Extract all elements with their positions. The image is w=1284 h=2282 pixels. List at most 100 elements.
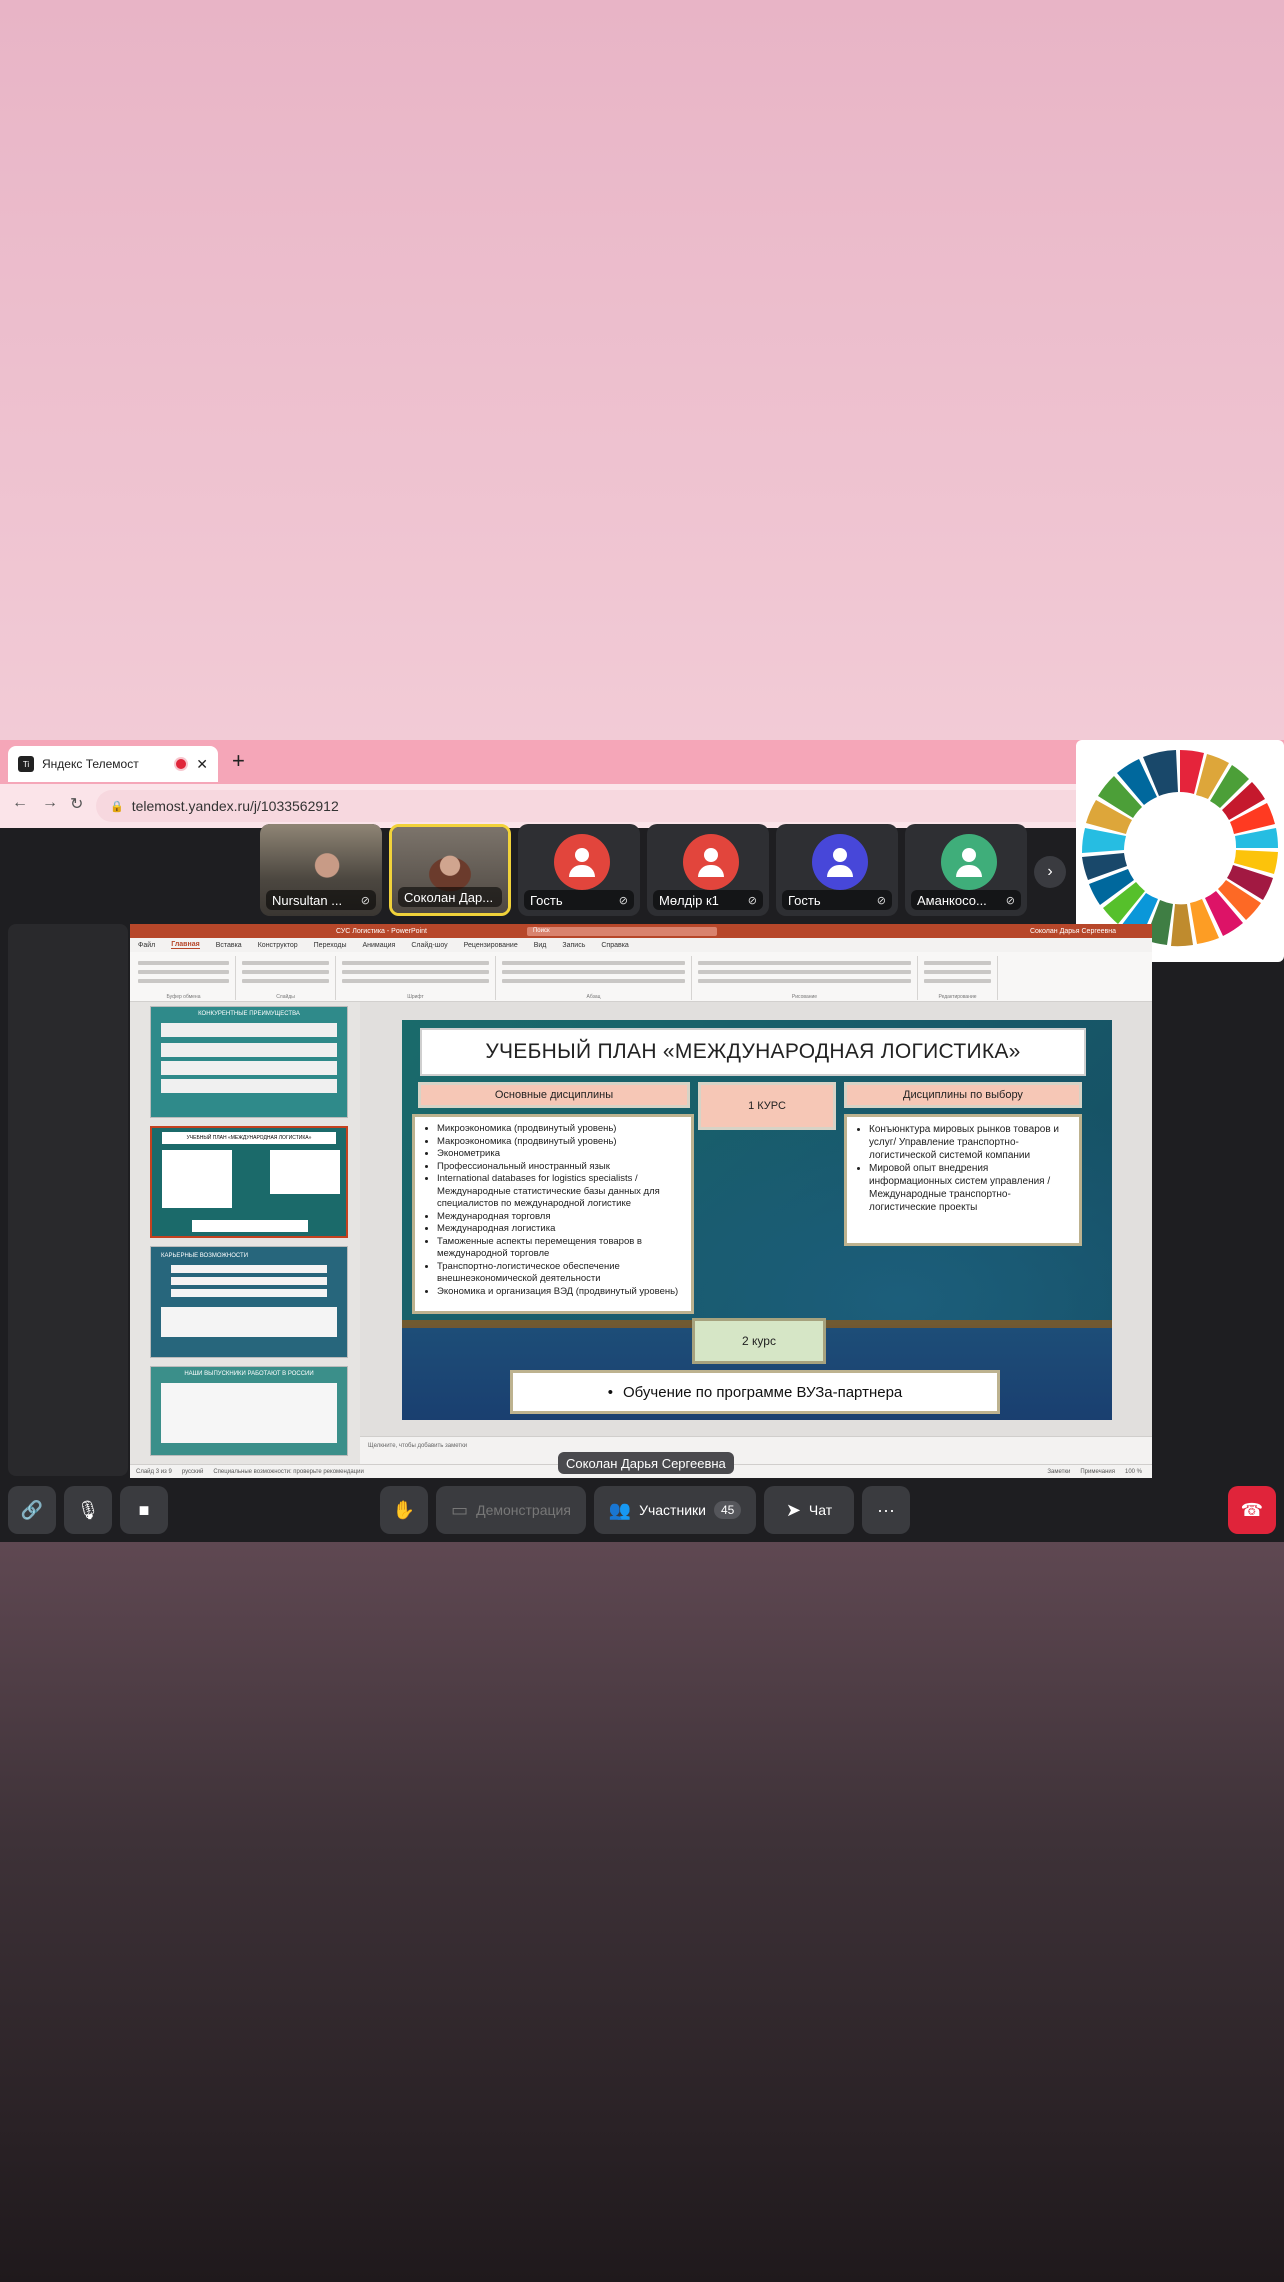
participants-count: 45	[713, 1501, 742, 1519]
participants-button[interactable]: 👥 Участники 45	[594, 1486, 756, 1534]
ppt-user-name: Соколан Дарья Сергеевна	[1029, 927, 1116, 935]
screen-share-button[interactable]: ▭ Демонстрация	[436, 1486, 586, 1534]
menu-record[interactable]: Запись	[562, 942, 585, 949]
participant-name: Гость	[788, 892, 821, 908]
participant-tile[interactable]: Nursultan ... ⊘	[260, 824, 382, 916]
participant-tile[interactable]: Мөлдір к1 ⊘	[647, 824, 769, 916]
menu-design[interactable]: Конструктор	[258, 942, 298, 949]
status-accessibility[interactable]: Специальные возможности: проверьте реком…	[213, 1469, 363, 1475]
ppt-file-name: СУС Логистика - PowerPoint	[336, 927, 427, 935]
list-item: Транспортно-логистическое обеспечение вн…	[437, 1261, 685, 1286]
reload-icon[interactable]: ↻	[70, 794, 83, 814]
tab-title: Яндекс Телемост	[42, 757, 139, 771]
screen-icon: ▭	[451, 1499, 469, 1520]
main-disciplines-list: Микроэкономика (продвинутый уровень) Мак…	[412, 1114, 694, 1314]
lock-icon: 🔒	[110, 800, 124, 813]
speaker-label: Соколан Дарья Сергеевна	[558, 1452, 734, 1474]
background-bottom	[0, 1542, 1284, 2282]
participant-tile[interactable]: Гость ⊘	[518, 824, 640, 916]
ppt-ribbon: Буфер обмена Слайды Шрифт Абзац Рисовани…	[130, 952, 1152, 1002]
chat-label: Чат	[808, 1502, 833, 1518]
thumb-title: УЧЕБНЫЙ ПЛАН «МЕЖДУНАРОДНАЯ ЛОГИСТИКА»	[162, 1132, 336, 1144]
status-notes[interactable]: Заметки	[1047, 1469, 1070, 1475]
participant-tile-active[interactable]: Соколан Дар...	[389, 824, 511, 916]
url-text: telemost.yandex.ru/j/1033562912	[131, 798, 339, 814]
more-button[interactable]: ···	[862, 1486, 910, 1534]
mic-off-icon: 🎙	[76, 1499, 100, 1520]
status-comments[interactable]: Примечания	[1080, 1469, 1115, 1475]
notes-pane[interactable]: Щелкните, чтобы добавить заметки	[360, 1436, 1152, 1464]
menu-animation[interactable]: Анимация	[362, 942, 395, 949]
thumbnail-slide-5[interactable]: 5 НАШИ ВЫПУСКНИКИ РАБОТАЮТ В РОССИИ	[150, 1366, 348, 1456]
avatar	[941, 834, 997, 890]
partner-university-box: • Обучение по программе ВУЗа-партнера	[510, 1370, 1000, 1414]
chat-icon: ➤	[785, 1499, 801, 1520]
new-tab-button[interactable]: +	[232, 748, 245, 774]
close-tab-icon[interactable]: ✕	[196, 756, 208, 773]
list-item: Профессиональный иностранный язык	[437, 1161, 685, 1174]
list-item: Эконометрика	[437, 1148, 685, 1161]
mic-muted-icon: ⊘	[618, 894, 628, 907]
background-top	[0, 0, 1284, 740]
microphone-button[interactable]: 🎙	[64, 1486, 112, 1534]
next-participants-button[interactable]: ›	[1034, 856, 1066, 888]
current-slide: УЧЕБНЫЙ ПЛАН «МЕЖДУНАРОДНАЯ ЛОГИСТИКА» О…	[402, 1020, 1112, 1420]
list-item: Международная торговля	[437, 1211, 685, 1224]
ribbon-group-clipboard: Буфер обмена	[132, 956, 236, 1000]
slide-title: УЧЕБНЫЙ ПЛАН «МЕЖДУНАРОДНАЯ ЛОГИСТИКА»	[420, 1028, 1086, 1076]
thumb-title: КАРЬЕРНЫЕ ВОЗМОЖНОСТИ	[161, 1253, 249, 1259]
shared-screen-powerpoint: СУС Логистика - PowerPoint Поиск Соколан…	[130, 924, 1152, 1478]
list-item: Конъюнктура мировых рынков товаров и усл…	[869, 1123, 1073, 1162]
menu-insert[interactable]: Вставка	[216, 942, 242, 949]
ppt-search[interactable]: Поиск	[526, 926, 717, 936]
thumbnail-slide-3[interactable]: 3 УЧЕБНЫЙ ПЛАН «МЕЖДУНАРОДНАЯ ЛОГИСТИКА»	[150, 1126, 348, 1238]
thumbnail-slide-2[interactable]: 2 КОНКУРЕНТНЫЕ ПРЕИМУЩЕСТВА	[150, 1006, 348, 1118]
elective-disciplines-list: Конъюнктура мировых рынков товаров и усл…	[844, 1114, 1082, 1246]
thumbnail-slide-4[interactable]: 4 КАРЬЕРНЫЕ ВОЗМОЖНОСТИ	[150, 1246, 348, 1358]
end-call-button[interactable]: ☎	[1228, 1486, 1276, 1534]
ribbon-group-font: Шрифт	[336, 956, 496, 1000]
participants-label: Участники	[639, 1502, 706, 1518]
ppt-menu: Файл Главная Вставка Конструктор Переход…	[130, 938, 1152, 952]
hangup-icon: ☎	[1240, 1499, 1264, 1520]
status-zoom[interactable]: 100 %	[1125, 1469, 1142, 1475]
header-year-1: 1 КУРС	[698, 1082, 836, 1130]
ribbon-group-drawing: Рисование	[692, 956, 918, 1000]
participant-name: Мөлдір к1	[659, 892, 719, 908]
list-item: Международная логистика	[437, 1223, 685, 1236]
menu-view[interactable]: Вид	[534, 942, 547, 949]
chat-button[interactable]: ➤ Чат	[764, 1486, 854, 1534]
participant-tile[interactable]: Аманкосо... ⊘	[905, 824, 1027, 916]
ppt-titlebar: СУС Логистика - PowerPoint Поиск Соколан…	[130, 924, 1152, 938]
browser-tab[interactable]: Ti Яндекс Телемост ✕	[8, 746, 218, 782]
menu-slideshow[interactable]: Слайд-шоу	[411, 942, 447, 949]
list-item: International databases for logistics sp…	[437, 1173, 685, 1211]
menu-transitions[interactable]: Переходы	[314, 942, 347, 949]
status-slide-count: Слайд 3 из 9	[136, 1468, 172, 1475]
side-panel	[8, 924, 128, 1476]
header-main-disciplines: Основные дисциплины	[418, 1082, 690, 1108]
year-2-box: 2 курс	[692, 1318, 826, 1364]
list-item: Микроэкономика (продвинутый уровень)	[437, 1123, 685, 1136]
camera-button[interactable]: ■	[120, 1486, 168, 1534]
partner-text: Обучение по программе ВУЗа-партнера	[623, 1383, 903, 1401]
hand-icon: ✋	[392, 1499, 416, 1520]
list-item: Таможенные аспекты перемещения товаров в…	[437, 1236, 685, 1261]
menu-file[interactable]: Файл	[138, 942, 155, 949]
copy-link-button[interactable]: 🔗	[8, 1486, 56, 1534]
list-item: Экономика и организация ВЭД (продвинутый…	[437, 1286, 685, 1299]
menu-help[interactable]: Справка	[601, 942, 628, 949]
camera-icon: ■	[138, 1499, 150, 1520]
menu-review[interactable]: Рецензирование	[464, 942, 518, 949]
menu-home[interactable]: Главная	[171, 941, 200, 949]
raise-hand-button[interactable]: ✋	[380, 1486, 428, 1534]
more-icon: ···	[877, 1499, 895, 1520]
list-item: Макроэкономика (продвинутый уровень)	[437, 1136, 685, 1149]
avatar	[554, 834, 610, 890]
participant-tile[interactable]: Гость ⊘	[776, 824, 898, 916]
people-icon: 👥	[608, 1499, 632, 1520]
avatar	[683, 834, 739, 890]
forward-icon[interactable]: →	[42, 794, 58, 812]
link-icon: 🔗	[20, 1499, 44, 1520]
back-icon[interactable]: ←	[12, 794, 28, 812]
